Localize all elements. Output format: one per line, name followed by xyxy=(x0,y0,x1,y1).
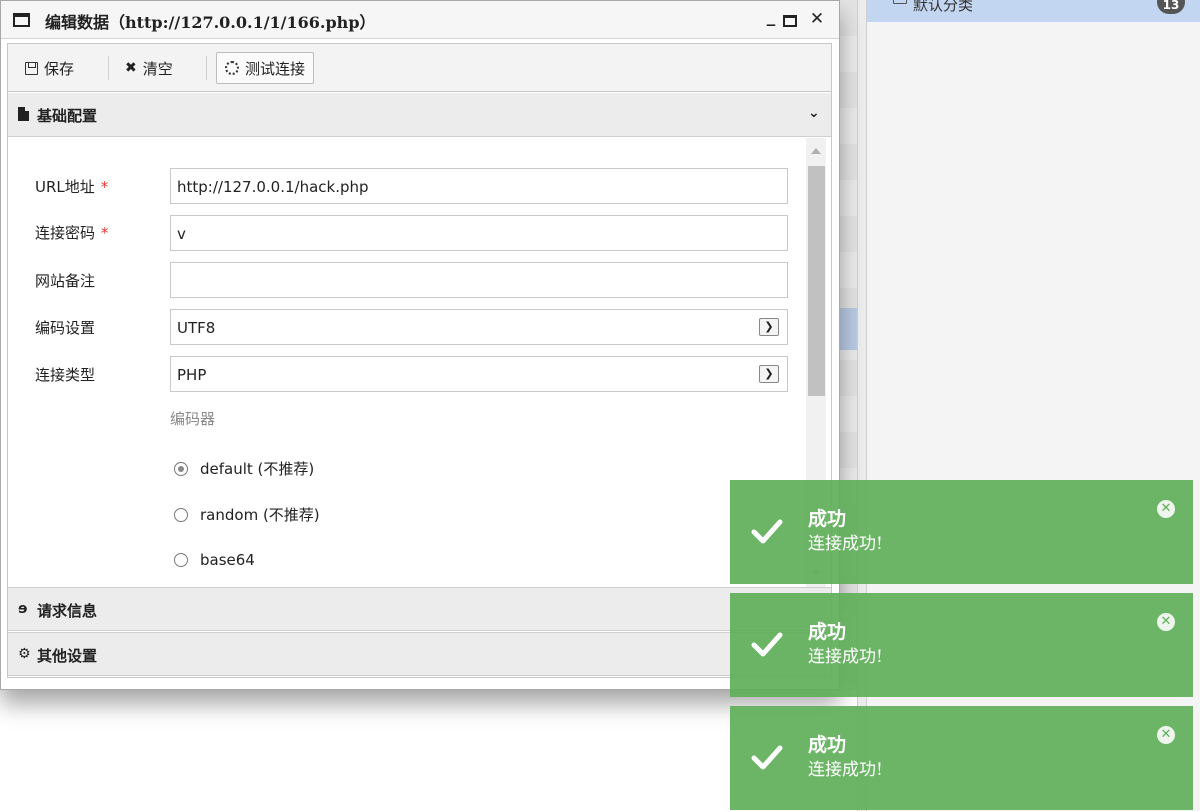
section-other-label: 其他设置 xyxy=(37,647,98,665)
category-count-badge: 13 xyxy=(1157,0,1185,14)
x-icon: ✖ xyxy=(125,60,137,76)
check-icon xyxy=(751,745,783,770)
section-request-info[interactable]: ɘ 请求信息 xyxy=(8,587,831,631)
ie-icon: ɘ xyxy=(18,601,28,617)
section-other-settings[interactable]: ⚙ 其他设置 xyxy=(8,632,831,676)
category-item-default[interactable]: 默认分类 13 xyxy=(867,0,1200,22)
radio-icon[interactable] xyxy=(174,553,188,567)
spinner-icon xyxy=(225,61,239,75)
folder-icon xyxy=(893,0,907,4)
connection-type-label: 连接类型 xyxy=(35,366,96,384)
close-button[interactable]: ✕ xyxy=(807,9,827,29)
success-toast[interactable]: 成功 连接成功! ✕ xyxy=(730,706,1193,810)
close-circle-icon[interactable]: ✕ xyxy=(1157,726,1175,744)
window-icon xyxy=(13,13,30,27)
background-selected-row xyxy=(840,308,858,350)
chevron-down-icon: ❯ xyxy=(759,365,779,383)
toast-message: 连接成功! xyxy=(808,760,883,780)
minimize-button[interactable]: _ xyxy=(761,7,781,27)
close-circle-icon[interactable]: ✕ xyxy=(1157,613,1175,631)
basic-config-form: URL地址 * http://127.0.0.1/hack.php 连接密码 * v… xyxy=(8,138,831,587)
toast-title: 成功 xyxy=(808,508,847,530)
chevron-down-icon: ⌄ xyxy=(808,105,820,121)
encoder-option-label: random (不推荐) xyxy=(200,506,320,524)
toast-title: 成功 xyxy=(808,621,847,643)
password-input[interactable]: v xyxy=(170,215,788,251)
note-label: 网站备注 xyxy=(35,272,96,290)
encoder-option-label: base64 xyxy=(200,551,255,569)
encoder-option-base64[interactable]: base64 xyxy=(174,551,255,569)
section-basic-config[interactable]: 基础配置 ⌄ xyxy=(8,93,831,137)
dialog-title: 编辑数据（http://127.0.0.1/1/166.php） xyxy=(45,13,376,32)
encoder-option-random[interactable]: random (不推荐) xyxy=(174,504,320,525)
connection-type-select[interactable]: PHP ❯ xyxy=(170,356,788,392)
radio-checked-icon[interactable] xyxy=(174,461,188,476)
encoder-option-default[interactable]: default (不推荐) xyxy=(174,458,314,479)
encoder-heading: 编码器 xyxy=(170,410,216,428)
close-circle-icon[interactable]: ✕ xyxy=(1157,500,1175,518)
toolbar: 保存 ✖ 清空 测试连接 xyxy=(8,44,831,92)
toast-message: 连接成功! xyxy=(808,647,883,667)
clear-button[interactable]: ✖ 清空 xyxy=(116,52,182,84)
edit-data-dialog: 编辑数据（http://127.0.0.1/1/166.php） _ ✕ 保存 … xyxy=(0,0,840,690)
check-icon xyxy=(751,519,783,544)
url-input[interactable]: http://127.0.0.1/hack.php xyxy=(170,168,788,204)
toast-message: 连接成功! xyxy=(808,534,883,554)
encoding-value: UTF8 xyxy=(177,319,216,337)
success-toast[interactable]: 成功 连接成功! ✕ xyxy=(730,480,1193,584)
chevron-down-icon: ❯ xyxy=(759,318,779,336)
dialog-content: 保存 ✖ 清空 测试连接 基础配置 ⌄ URL地址 * http://127.0.… xyxy=(7,43,832,678)
clear-label: 清空 xyxy=(142,59,173,78)
success-toast[interactable]: 成功 连接成功! ✕ xyxy=(730,593,1193,697)
toolbar-separator xyxy=(108,56,109,80)
connection-type-value: PHP xyxy=(177,366,207,384)
password-label: 连接密码 * xyxy=(35,224,109,242)
check-icon xyxy=(751,632,783,657)
scroll-thumb[interactable] xyxy=(808,166,825,396)
maximize-button[interactable] xyxy=(783,15,797,27)
encoding-select[interactable]: UTF8 ❯ xyxy=(170,309,788,345)
encoding-label: 编码设置 xyxy=(35,319,96,337)
dialog-titlebar[interactable]: 编辑数据（http://127.0.0.1/1/166.php） _ ✕ xyxy=(1,1,839,39)
category-label: 默认分类 xyxy=(913,0,974,14)
gears-icon: ⚙ xyxy=(18,646,31,662)
section-request-label: 请求信息 xyxy=(37,602,98,620)
note-input[interactable] xyxy=(170,262,788,298)
toast-title: 成功 xyxy=(808,734,847,756)
floppy-icon xyxy=(25,61,38,75)
encoder-option-label: default (不推荐) xyxy=(200,460,315,478)
scroll-up-icon[interactable] xyxy=(811,148,821,154)
save-button[interactable]: 保存 xyxy=(16,52,83,84)
document-icon xyxy=(18,107,29,121)
toolbar-separator xyxy=(206,56,207,80)
url-label: URL地址 * xyxy=(35,178,109,196)
section-basic-label: 基础配置 xyxy=(37,107,98,125)
save-label: 保存 xyxy=(44,59,75,78)
test-connection-button[interactable]: 测试连接 xyxy=(216,52,315,84)
test-connection-label: 测试连接 xyxy=(245,59,306,78)
radio-icon[interactable] xyxy=(174,507,188,522)
